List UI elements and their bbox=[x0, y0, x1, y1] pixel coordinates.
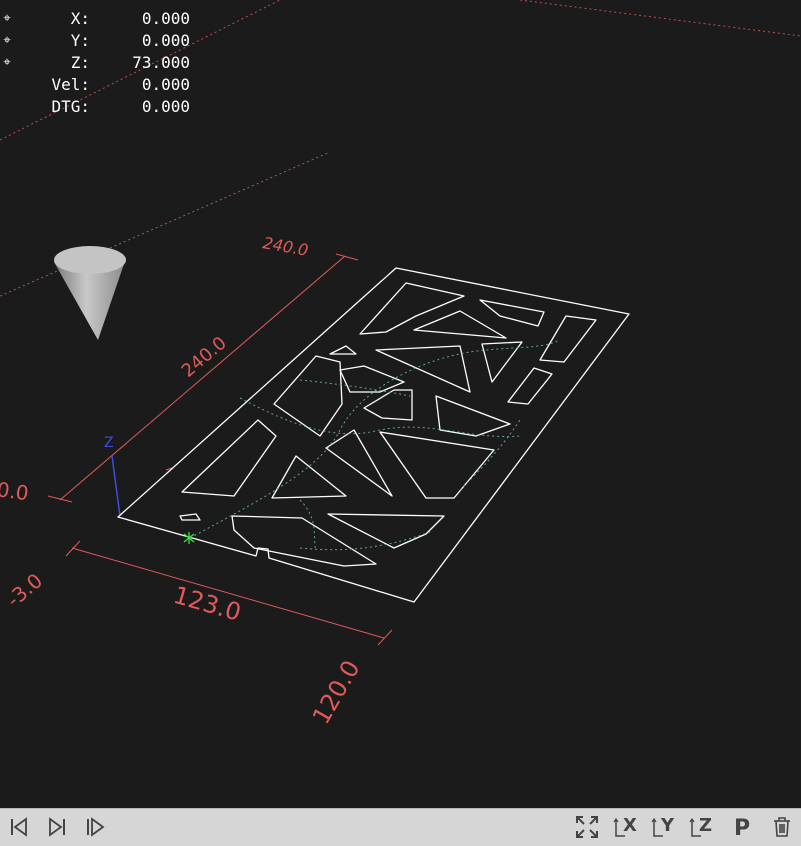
pocket bbox=[507, 367, 553, 405]
view-x-button[interactable]: X bbox=[612, 812, 642, 842]
dro-row-dtg: DTG: 0.000 bbox=[0, 96, 200, 118]
dro-value-y: 0.000 bbox=[141, 31, 190, 50]
first-icon bbox=[11, 817, 27, 837]
dim-front-label: 123.0 bbox=[170, 581, 244, 627]
z-axis-label: Z bbox=[104, 435, 114, 451]
dro-row-y: ⌖ Y: 0.000 bbox=[0, 30, 200, 52]
view-y-label: Y bbox=[660, 815, 675, 836]
dim-top-label: 240.0 bbox=[261, 233, 309, 260]
dro-value-z: 73.000 bbox=[132, 53, 190, 72]
homed-icon: ⌖ bbox=[3, 55, 11, 70]
view-z-button[interactable]: Z bbox=[688, 812, 718, 842]
view-y-icon: Y bbox=[651, 815, 675, 837]
view-x-icon: X bbox=[613, 815, 637, 837]
dro-value-dtg: 0.000 bbox=[141, 97, 190, 116]
view-p-button[interactable]: P bbox=[728, 812, 756, 842]
dimension-labels: 240.0 240.0 0.0 -3.0 123.0 120.0 bbox=[0, 233, 366, 729]
dro-value-x: 0.000 bbox=[141, 9, 190, 28]
pocket bbox=[329, 345, 357, 355]
dro-value-vel: 0.000 bbox=[141, 75, 190, 94]
workpiece-toolpath bbox=[117, 267, 630, 603]
run-from-line-button[interactable] bbox=[82, 812, 108, 842]
pocket bbox=[231, 515, 377, 567]
dro-label-dtg: DTG: bbox=[51, 97, 90, 116]
pocket bbox=[379, 431, 495, 499]
gcode-preview-viewport[interactable]: 240.0 240.0 0.0 -3.0 123.0 120.0 Z ⌖ X: … bbox=[0, 0, 801, 808]
view-z-label: Z bbox=[699, 815, 712, 836]
pocket bbox=[181, 419, 277, 497]
dro-row-z: ⌖ Z: 73.000 bbox=[0, 52, 200, 74]
dim-front-right-label: 120.0 bbox=[307, 655, 366, 729]
pocket bbox=[481, 341, 523, 383]
clear-button[interactable] bbox=[768, 812, 796, 842]
dro-row-x: ⌖ X: 0.000 bbox=[0, 8, 200, 30]
dro-label-z: Z: bbox=[70, 53, 90, 72]
step-icon bbox=[49, 817, 65, 837]
view-p-icon: P bbox=[734, 816, 750, 840]
pocket bbox=[179, 513, 201, 521]
dro-readout: ⌖ X: 0.000 ⌖ Y: 0.000 ⌖ Z: 73.000 Vel: 0… bbox=[0, 8, 200, 118]
pocket bbox=[325, 429, 393, 497]
view-y-button[interactable]: Y bbox=[650, 812, 680, 842]
zoom-fit-icon bbox=[576, 816, 598, 838]
pocket bbox=[375, 345, 471, 393]
pocket bbox=[435, 395, 511, 437]
dim-front-left-label: -3.0 bbox=[2, 568, 47, 611]
dro-label-x: X: bbox=[70, 9, 90, 28]
step-button[interactable] bbox=[44, 812, 70, 842]
tool-cone-icon bbox=[54, 246, 126, 340]
dim-left-diagonal-label: 240.0 bbox=[178, 333, 231, 382]
dro-label-vel: Vel: bbox=[51, 75, 90, 94]
preview-toolbar: X Y Z P bbox=[0, 808, 801, 846]
view-x-label: X bbox=[623, 815, 637, 836]
zoom-fit-button[interactable] bbox=[572, 812, 602, 842]
pocket bbox=[479, 299, 545, 327]
rapid-moves bbox=[189, 339, 561, 551]
view-p-label: P bbox=[734, 816, 750, 840]
first-line-button[interactable] bbox=[6, 812, 32, 842]
dro-row-vel: Vel: 0.000 bbox=[0, 74, 200, 96]
dim-left-edge-label: 0.0 bbox=[0, 477, 30, 505]
pocket bbox=[271, 455, 347, 499]
pocket bbox=[359, 282, 465, 335]
dro-label-y: Y: bbox=[70, 31, 90, 50]
preview-canvas: 240.0 240.0 0.0 -3.0 123.0 120.0 Z bbox=[0, 0, 801, 729]
pocket bbox=[539, 315, 597, 363]
pocket bbox=[327, 513, 445, 549]
pocket bbox=[339, 365, 405, 393]
z-axis-indicator: Z bbox=[104, 435, 121, 517]
homed-icon: ⌖ bbox=[3, 11, 11, 26]
limit-edge-floor bbox=[0, 151, 331, 297]
clear-trash-icon bbox=[774, 817, 790, 837]
view-z-icon: Z bbox=[689, 815, 712, 837]
limit-edge-back bbox=[519, 0, 801, 37]
run-from-line-icon bbox=[87, 817, 105, 837]
pocket bbox=[413, 310, 507, 339]
homed-icon: ⌖ bbox=[3, 33, 11, 48]
